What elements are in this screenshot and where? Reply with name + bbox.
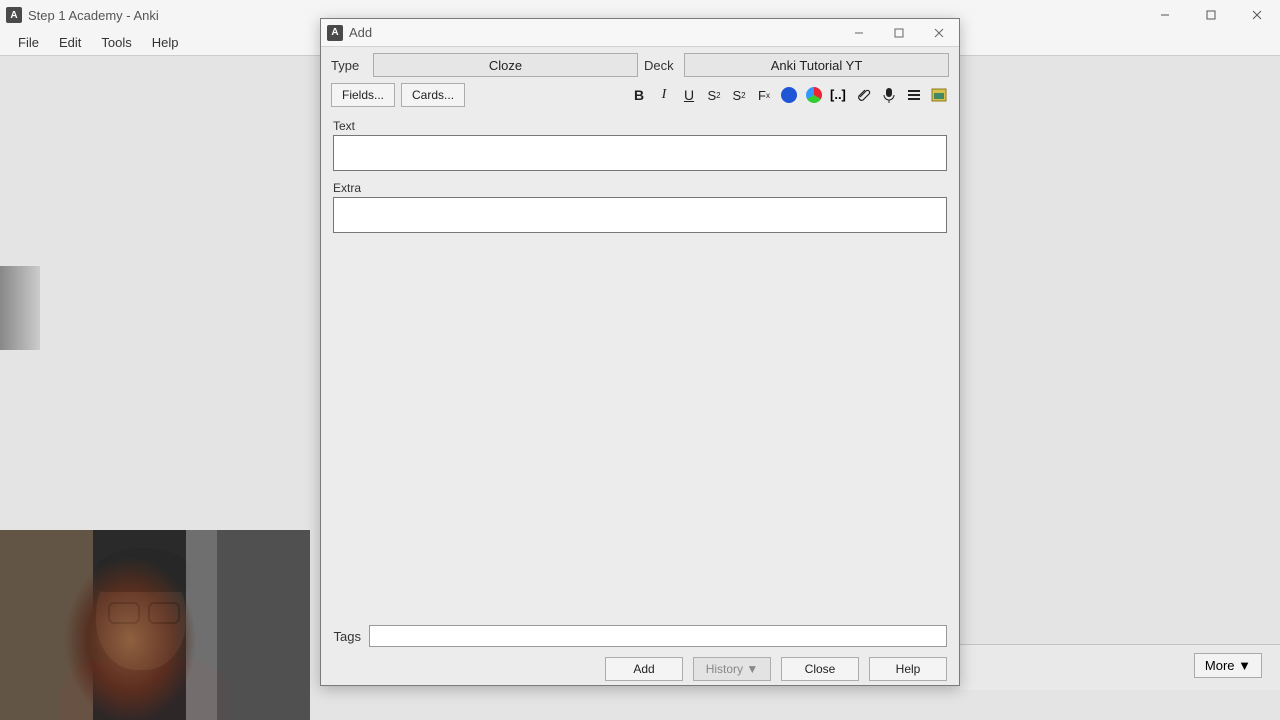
underline-icon[interactable]: U	[679, 85, 699, 105]
more-format-icon[interactable]	[904, 85, 924, 105]
menu-tools[interactable]: Tools	[91, 31, 141, 54]
color-picker-icon[interactable]	[804, 85, 824, 105]
more-button[interactable]: More ▼	[1194, 653, 1262, 678]
type-deck-row: Type Cloze Deck Anki Tutorial YT	[321, 47, 959, 77]
text-color-icon[interactable]	[779, 85, 799, 105]
dialog-minimize-button[interactable]	[839, 19, 879, 47]
cards-button[interactable]: Cards...	[401, 83, 465, 107]
text-field-label: Text	[321, 113, 959, 135]
cloze-icon[interactable]: [..]	[829, 85, 849, 105]
add-button[interactable]: Add	[605, 657, 683, 681]
menu-help[interactable]: Help	[142, 31, 189, 54]
extra-field-label: Extra	[321, 175, 959, 197]
fields-button[interactable]: Fields...	[331, 83, 395, 107]
webcam-overlay	[0, 530, 310, 720]
deck-label: Deck	[644, 58, 678, 73]
subscript-icon[interactable]: S2	[729, 85, 749, 105]
dialog-close-button[interactable]	[919, 19, 959, 47]
anki-app-icon: A	[6, 7, 22, 23]
clear-format-icon[interactable]: Fx	[754, 85, 774, 105]
deck-value: Anki Tutorial YT	[771, 58, 863, 73]
tags-label: Tags	[327, 629, 361, 644]
attach-icon[interactable]	[854, 85, 874, 105]
dialog-maximize-button[interactable]	[879, 19, 919, 47]
add-card-dialog: A Add Type Cloze Deck Anki Tutorial YT F…	[320, 18, 960, 686]
note-type-value: Cloze	[489, 58, 522, 73]
italic-icon[interactable]: I	[654, 85, 674, 105]
menu-edit[interactable]: Edit	[49, 31, 91, 54]
side-artifact	[0, 266, 40, 350]
note-type-selector[interactable]: Cloze	[373, 53, 638, 77]
fieldcards-and-toolbar: Fields... Cards... B I U S2 S2 Fx [..]	[321, 77, 959, 113]
record-audio-icon[interactable]	[879, 85, 899, 105]
tags-input[interactable]	[369, 625, 947, 647]
svg-text:[..]: [..]	[830, 88, 846, 102]
text-field[interactable]	[333, 135, 947, 171]
deck-selector[interactable]: Anki Tutorial YT	[684, 53, 949, 77]
type-label: Type	[331, 58, 367, 73]
menu-file[interactable]: File	[8, 31, 49, 54]
main-maximize-button[interactable]	[1188, 0, 1234, 30]
tags-row: Tags	[321, 625, 947, 647]
bold-icon[interactable]: B	[629, 85, 649, 105]
help-button[interactable]: Help	[869, 657, 947, 681]
format-toolbar: B I U S2 S2 Fx [..]	[629, 85, 949, 105]
main-minimize-button[interactable]	[1142, 0, 1188, 30]
dialog-bottom-buttons: Add History ▼ Close Help	[321, 657, 959, 681]
dialog-app-icon: A	[327, 25, 343, 41]
bottom-panel: More ▼	[960, 644, 1280, 690]
dialog-title: Add	[349, 25, 839, 40]
superscript-icon[interactable]: S2	[704, 85, 724, 105]
main-window-controls	[1142, 0, 1280, 30]
html-source-icon[interactable]	[929, 85, 949, 105]
history-button[interactable]: History ▼	[693, 657, 771, 681]
close-button[interactable]: Close	[781, 657, 859, 681]
main-close-button[interactable]	[1234, 0, 1280, 30]
extra-field[interactable]	[333, 197, 947, 233]
dialog-titlebar: A Add	[321, 19, 959, 47]
